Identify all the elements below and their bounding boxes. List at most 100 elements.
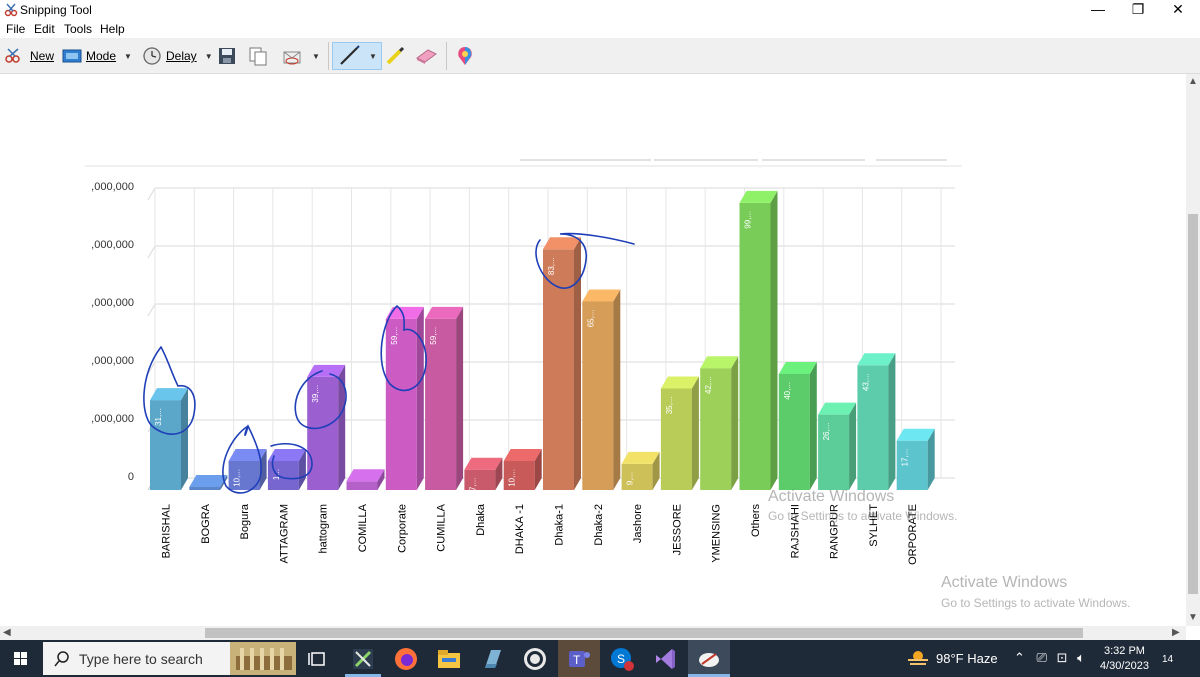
pen-dropdown-icon[interactable]: ▼ [369,52,377,61]
menu-help[interactable]: Help [100,22,125,36]
new-button[interactable]: New [4,42,54,70]
highlighter-button[interactable] [384,42,406,70]
chart-decoration [85,159,962,167]
chevron-up-icon[interactable]: ⌃ [1014,650,1025,665]
data-label: 26,... [822,423,831,441]
watermark-text-inner: Go to Settings to activate Windows. [768,509,958,523]
visual-studio-icon[interactable] [652,646,678,672]
paint3d-button[interactable] [454,42,476,70]
bar-side [770,190,778,490]
scroll-up-icon[interactable]: ▲ [1188,76,1198,87]
bar-front [189,487,221,490]
teams-icon[interactable]: T [566,646,592,672]
x-tick-label: JESSORE [671,504,683,555]
data-label: 42,... [704,376,713,394]
data-label: 31,... [154,408,163,426]
mode-dropdown-icon[interactable]: ▼ [124,52,132,61]
taskbar-search[interactable]: Type here to search [43,642,296,675]
chart: 0 ,000,000 ,000,000 ,000,000 ,000,000 ,000,00… [85,159,962,565]
bar: 35,... [660,376,699,490]
scroll-left-icon[interactable]: ◀ [3,627,11,638]
y-tick-label: ,000,000 [91,239,134,251]
tools-app-icon[interactable] [350,646,376,672]
bar: 83,... [543,237,581,490]
notes-app-icon[interactable] [479,646,505,672]
bars: 31,...10,... 1...39,...59,... 59,...7,... 1… [150,190,935,491]
vertical-scroll-thumb[interactable] [1188,214,1198,594]
bar: 10,... [503,449,542,490]
task-view-icon[interactable] [305,646,331,672]
snipping-tool-taskbar-icon[interactable] [696,646,722,672]
send-button[interactable]: ▼ [282,42,320,70]
data-label: 83,... [547,257,556,275]
notification-center-icon[interactable]: 14 [1162,650,1173,665]
grid-line [147,245,156,259]
new-label: New [30,49,55,63]
data-label: 10,... [508,469,517,487]
x-tick-label: Dhaka [475,503,487,536]
menu-tools[interactable]: Tools [64,22,92,36]
notification-badge: 14 [1162,654,1174,665]
svg-text:S: S [617,652,625,666]
bar: 99,... [739,190,778,490]
delay-button[interactable]: Delay ▼ [142,42,213,70]
pen-button[interactable]: ▼ [332,42,382,70]
eraser-icon [416,49,437,64]
mode-button[interactable]: Mode ▼ [62,42,132,70]
bar-side [338,364,346,490]
clock-date: 4/30/2023 [1100,660,1149,672]
bar [189,475,228,490]
delay-dropdown-icon[interactable]: ▼ [205,52,213,61]
save-button[interactable] [218,42,236,70]
highlighter-icon [386,46,405,65]
eraser-button[interactable] [414,42,438,70]
x-tick-label: ATTAGRAM [278,504,290,563]
file-explorer-icon[interactable] [436,646,462,672]
horizontal-scrollbar[interactable]: ◀ ▶ [0,626,1186,640]
bar: 9,... [621,451,660,490]
copy-button[interactable] [248,42,268,70]
paint3d-icon [458,47,472,65]
bar-side [574,237,581,490]
scroll-down-icon[interactable]: ▼ [1188,612,1198,623]
restore-button[interactable]: ❐ [1118,0,1158,20]
bar: 59,... [425,306,464,490]
delay-label: Delay [166,49,197,63]
firefox-icon[interactable] [393,646,419,672]
bar-front [739,202,771,490]
skype-icon[interactable]: S [609,646,635,672]
search-placeholder: Type here to search [79,650,203,667]
x-tick-label: COMILLA [357,503,369,552]
system-tray[interactable]: ⌃ ⎚ ⊡ 🔈︎ [1014,650,1085,666]
data-label: 10,... [233,469,242,487]
haze-weather-icon [908,651,928,665]
horizontal-scroll-thumb[interactable] [205,628,1083,638]
bar-side [888,353,896,490]
copy-icon [249,47,267,66]
toolbar: New Mode ▼ Delay ▼ ▼ ▼ [0,38,1200,74]
menu-edit[interactable]: Edit [34,22,55,36]
bar-front [582,301,614,490]
network-icon[interactable]: ⊡ [1057,650,1068,665]
clock[interactable]: 3:32 PM 4/30/2023 [1100,644,1149,674]
close-button[interactable]: ✕ [1158,0,1198,20]
new-snip-icon [5,48,20,63]
data-label: 7,... [468,478,477,491]
vertical-scrollbar[interactable]: ▲ ▼ [1186,74,1200,626]
volume-icon[interactable]: 🔈︎ [1077,650,1085,665]
grid-line [147,187,156,201]
scroll-right-icon[interactable]: ▶ [1172,627,1180,638]
minimize-button[interactable]: — [1078,0,1118,20]
x-tick-label: YMENSING [711,504,723,563]
meet-now-icon[interactable]: ⎚ [1037,650,1047,665]
whatsapp-icon[interactable] [522,646,548,672]
data-label: 59,... [429,327,438,345]
toolbar-separator [446,42,447,70]
weather-widget[interactable]: 98°F Haze [906,649,998,667]
bar: 17,... [896,428,935,490]
search-icon [54,650,69,666]
windows-start-icon[interactable] [0,640,42,677]
send-dropdown-icon[interactable]: ▼ [312,52,320,61]
menu-file[interactable]: File [6,22,25,36]
x-tick-label: hattogram [318,504,330,554]
